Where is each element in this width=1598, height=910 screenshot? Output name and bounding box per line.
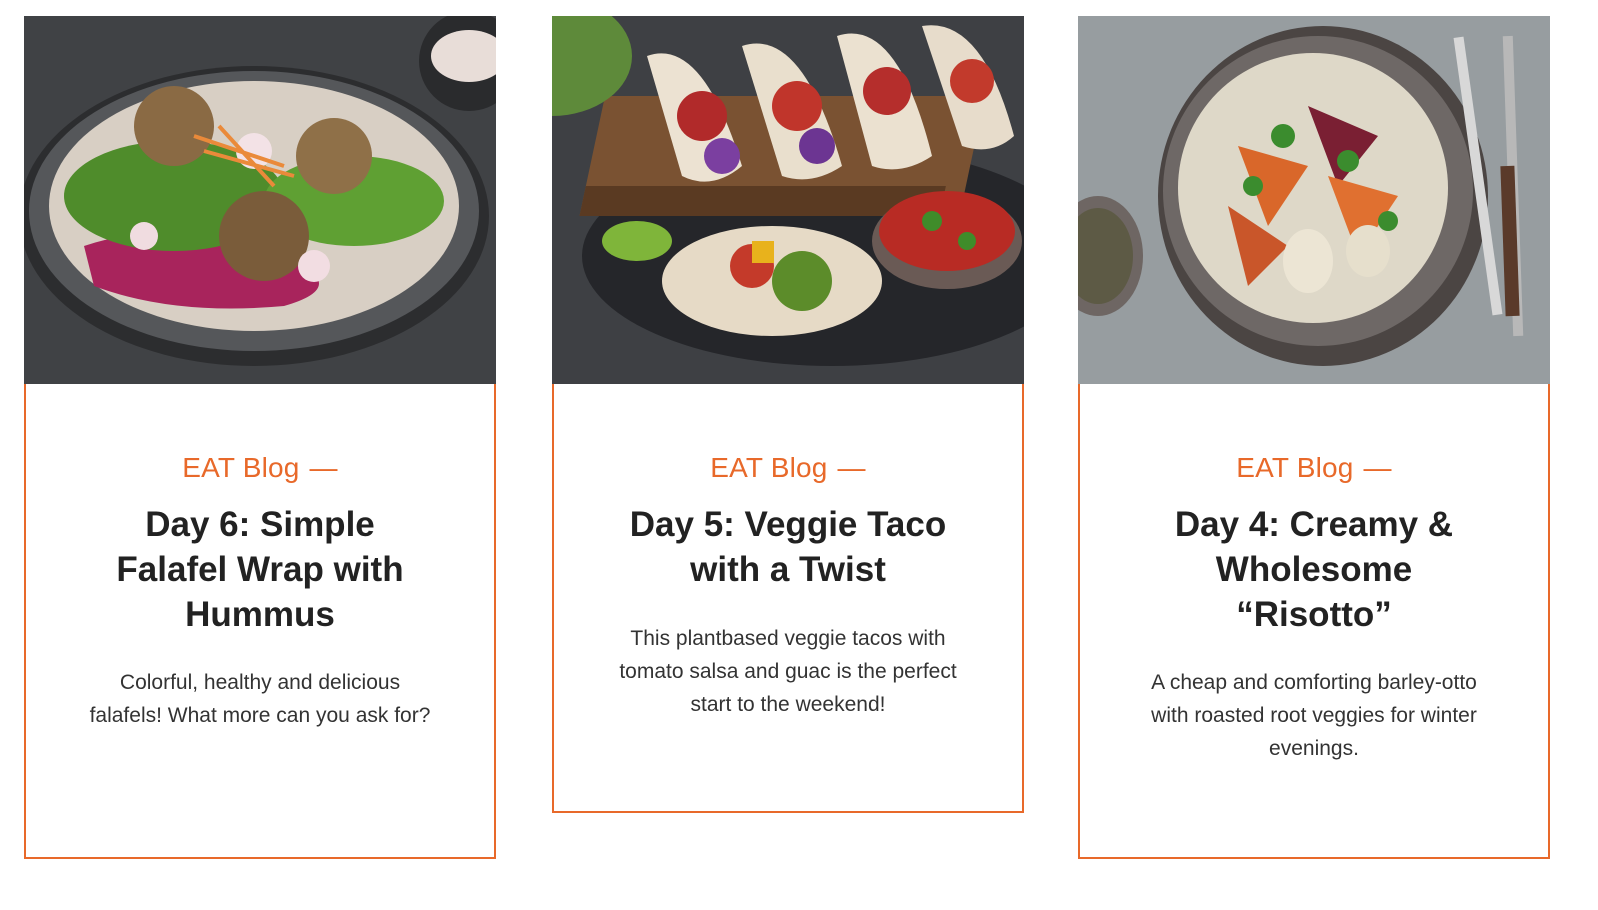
kicker-dash: — <box>309 452 338 483</box>
blog-card-taco[interactable]: EAT Blog — Day 5: Veggie Taco with a Twis… <box>552 16 1024 813</box>
card-title[interactable]: Day 4: Creamy & Wholesome “Risotto” <box>1134 502 1494 637</box>
card-title[interactable]: Day 5: Veggie Taco with a Twist <box>618 502 958 592</box>
falafel-wrap-illustration <box>24 16 496 384</box>
card-kicker[interactable]: EAT Blog — <box>1080 452 1548 484</box>
veggie-taco-image[interactable] <box>552 16 1024 384</box>
card-body: EAT Blog — Day 5: Veggie Taco with a Twis… <box>552 384 1024 813</box>
blog-card-risotto[interactable]: EAT Blog — Day 4: Creamy & Wholesome “Ris… <box>1078 16 1550 859</box>
blog-card-grid: EAT Blog — Day 6: Simple Falafel Wrap wit… <box>0 0 1598 910</box>
kicker-label: EAT Blog <box>1236 452 1354 483</box>
card-kicker[interactable]: EAT Blog — <box>26 452 494 484</box>
falafel-wrap-image[interactable] <box>24 16 496 384</box>
card-kicker[interactable]: EAT Blog — <box>554 452 1022 484</box>
veggie-taco-illustration <box>552 16 1024 384</box>
card-title[interactable]: Day 6: Simple Falafel Wrap with Hummus <box>90 502 430 637</box>
blog-card-falafel[interactable]: EAT Blog — Day 6: Simple Falafel Wrap wit… <box>24 16 496 859</box>
card-description: This plantbased veggie tacos with tomato… <box>619 627 957 716</box>
kicker-dash: — <box>837 452 866 483</box>
card-body: EAT Blog — Day 6: Simple Falafel Wrap wit… <box>24 384 496 859</box>
card-description: Colorful, healthy and delicious falafels… <box>89 671 431 727</box>
barley-risotto-image[interactable] <box>1078 16 1550 384</box>
kicker-label: EAT Blog <box>182 452 300 483</box>
kicker-dash: — <box>1363 452 1392 483</box>
card-body: EAT Blog — Day 4: Creamy & Wholesome “Ris… <box>1078 384 1550 859</box>
kicker-label: EAT Blog <box>710 452 828 483</box>
barley-risotto-illustration <box>1078 16 1550 384</box>
card-description: A cheap and comforting barley-otto with … <box>1151 671 1477 760</box>
